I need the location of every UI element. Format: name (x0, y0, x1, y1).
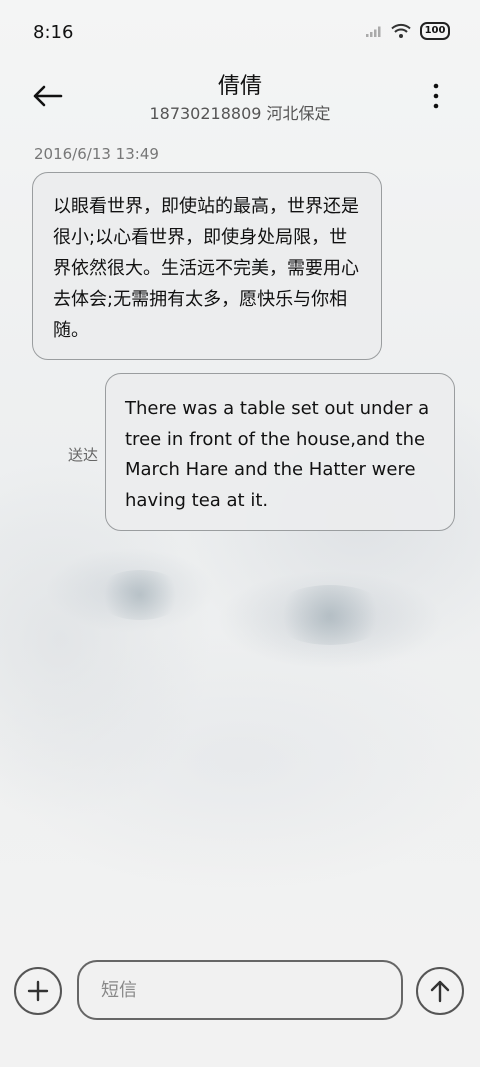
battery-level: 100 (424, 25, 446, 36)
battery-icon: 100 (420, 22, 450, 40)
message-composer (0, 936, 480, 1067)
wifi-icon (391, 23, 411, 38)
message-text: 以眼看世界，即使站的最高，世界还是很小;以心看世界，即使身处局限，世界依然很大。… (53, 196, 359, 341)
status-icons: 100 (366, 22, 450, 40)
message-text: There was a table set out under a tree i… (125, 398, 430, 511)
conversation-header: 倩倩 18730218809 河北保定 (0, 66, 480, 130)
message-timestamp: 2016/6/13 13:49 (34, 145, 159, 163)
more-options-button[interactable] (428, 78, 444, 114)
wallpaper-detail (270, 585, 390, 645)
status-bar: 8:16 100 (0, 0, 480, 66)
message-input[interactable] (77, 960, 403, 1020)
contact-number-location: 18730218809 河北保定 (149, 104, 331, 123)
arrow-up-circle-icon (430, 980, 450, 1003)
add-attachment-button[interactable] (14, 967, 62, 1015)
cellular-signal-icon (366, 26, 381, 37)
wallpaper-detail (95, 570, 185, 620)
outgoing-message-bubble[interactable]: There was a table set out under a tree i… (105, 373, 455, 531)
plus-circle-icon (27, 980, 49, 1002)
contact-name: 倩倩 (217, 74, 262, 99)
send-button[interactable] (416, 967, 464, 1015)
more-vertical-icon (433, 83, 439, 109)
status-time: 8:16 (33, 22, 74, 43)
incoming-message-bubble[interactable]: 以眼看世界，即使站的最高，世界还是很小;以心看世界，即使身处局限，世界依然很大。… (32, 172, 382, 360)
delivery-status: 送达 (68, 446, 99, 464)
